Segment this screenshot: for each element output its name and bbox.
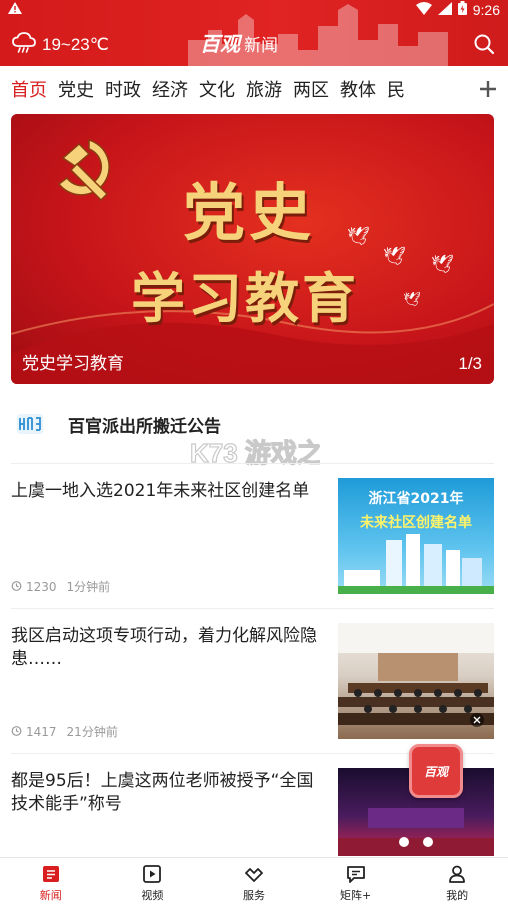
nav-label: 服务 xyxy=(242,889,265,902)
tab-economy[interactable]: 经济 xyxy=(152,76,188,102)
tab-livelihood[interactable]: 民 xyxy=(387,76,405,102)
banner-pager: 1/3 xyxy=(458,354,482,373)
news-thumbnail: 浙江省2021年 未来社区创建名单 xyxy=(338,478,494,594)
news-time: 21分钟前 xyxy=(66,725,118,739)
view-count: 1417 xyxy=(26,724,57,739)
dove-icon: 🕊 xyxy=(431,254,454,275)
notice-icon xyxy=(17,414,43,434)
profile-icon xyxy=(449,865,466,883)
video-icon xyxy=(143,865,162,883)
floating-app-logo[interactable]: 百观 xyxy=(409,744,463,798)
logo-main: 百观 xyxy=(200,32,240,56)
nav-label: 视频 xyxy=(141,889,164,902)
tab-tourism[interactable]: 旅游 xyxy=(246,76,282,102)
dove-icon: 🕊 xyxy=(347,226,370,247)
tab-education-sports[interactable]: 教体 xyxy=(340,76,376,102)
views-icon xyxy=(11,725,22,739)
news-title: 都是95后！上虞这两位老师被授予“全国技术能手”称号 xyxy=(11,771,314,814)
floating-logo-text: 百观 xyxy=(423,764,448,779)
nav-label: 我的 xyxy=(446,889,469,902)
tab-culture[interactable]: 文化 xyxy=(199,76,235,102)
nav-news[interactable]: 新闻 xyxy=(0,858,102,909)
nav-profile[interactable]: 我的 xyxy=(406,858,508,909)
hammer-sickle-icon xyxy=(57,138,110,202)
app-header: 9:26 19~23℃ 百观 新闻 xyxy=(0,0,508,66)
views-icon xyxy=(11,580,22,594)
tab-politics[interactable]: 时政 xyxy=(105,76,141,102)
tab-two-districts[interactable]: 两区 xyxy=(293,76,329,102)
view-count: 1230 xyxy=(26,579,57,594)
service-icon xyxy=(245,868,263,882)
divider xyxy=(11,463,494,464)
news-item[interactable]: 上虞一地入选2021年未来社区创建名单 1230 1分钟前 浙江省2021年 未… xyxy=(0,478,508,623)
search-icon[interactable] xyxy=(472,32,496,56)
news-thumbnail xyxy=(338,623,494,739)
tab-party-history[interactable]: 党史 xyxy=(58,76,94,102)
dove-icon: 🕊 xyxy=(383,246,406,267)
weather-text: 19~23℃ xyxy=(42,35,109,54)
logo-sub: 新闻 xyxy=(244,36,278,56)
divider xyxy=(11,608,494,609)
bottom-nav: 新闻 视频 服务 矩阵+ 我的 xyxy=(0,857,508,909)
status-time: 9:26 xyxy=(472,1,500,18)
nav-video[interactable]: 视频 xyxy=(102,858,204,909)
thumb-title-line2: 未来社区创建名单 xyxy=(360,515,472,531)
banner-carousel[interactable]: 党史 学习教育 🕊 🕊 🕊 🕊 党史学习教育 1/3 xyxy=(11,114,494,384)
news-meta: 1230 1分钟前 xyxy=(11,578,110,595)
thumb-title-line1: 浙江省2021年 xyxy=(368,491,464,507)
battery-icon xyxy=(457,1,467,18)
news-title: 我区启动这项专项行动，着力化解风险隐患…… xyxy=(11,626,317,669)
close-icon[interactable] xyxy=(470,713,484,727)
nav-label: 新闻 xyxy=(39,889,62,902)
app-logo: 百观 新闻 xyxy=(200,28,278,57)
app-screen: 9:26 19~23℃ 百观 新闻 首页 党史 时政 经济 文化 旅游 两区 教… xyxy=(0,0,508,909)
weather-widget[interactable]: 19~23℃ xyxy=(12,32,109,58)
alert-icon xyxy=(8,2,22,17)
watermark-logo: K73 游戏之家 xyxy=(189,434,349,474)
status-bar: 9:26 xyxy=(0,0,508,18)
tab-home[interactable]: 首页 xyxy=(11,76,47,102)
banner-title-line1: 党史 xyxy=(183,176,316,249)
category-tabs: 首页 党史 时政 经济 文化 旅游 两区 教体 民 xyxy=(0,66,508,112)
news-time: 1分钟前 xyxy=(66,580,111,594)
plus-icon[interactable] xyxy=(468,66,508,112)
news-meta: 1417 21分钟前 xyxy=(11,723,118,740)
dove-icon: 🕊 xyxy=(403,292,421,308)
news-title: 上虞一地入选2021年未来社区创建名单 xyxy=(11,481,310,501)
matrix-icon xyxy=(346,866,365,883)
nav-label: 矩阵+ xyxy=(339,889,372,902)
wifi-icon xyxy=(415,1,432,18)
nav-service[interactable]: 服务 xyxy=(203,858,305,909)
banner-caption: 党史学习教育 xyxy=(22,354,124,374)
news-icon xyxy=(42,866,59,882)
rain-cloud-icon xyxy=(12,32,36,58)
buildings-illustration xyxy=(338,534,494,594)
banner-title-line2: 学习教育 xyxy=(131,266,359,330)
signal-icon xyxy=(437,1,452,18)
nav-matrix[interactable]: 矩阵+ xyxy=(305,858,407,909)
